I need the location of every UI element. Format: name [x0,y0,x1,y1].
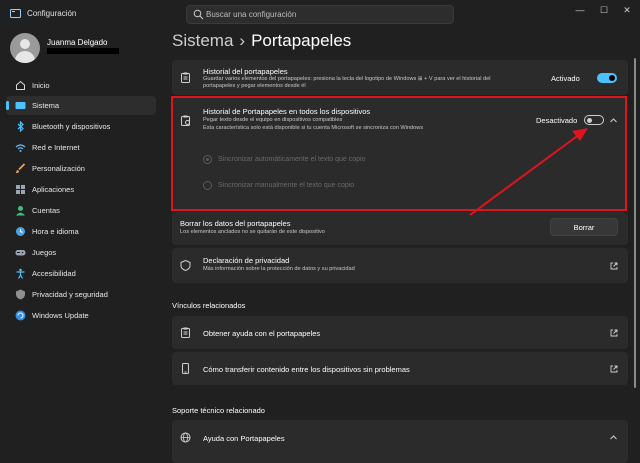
highlight-box [171,96,627,211]
chevron-up-icon[interactable] [609,433,618,442]
network-icon [15,144,26,152]
shield-icon [16,289,25,300]
scrollbar[interactable] [634,58,636,388]
page-title: Sistema › Portapapeles [172,31,351,51]
sidebar-item-accesibilidad[interactable]: Accesibilidad [6,264,156,283]
sidebar-item-aplicaciones[interactable]: Aplicaciones [6,180,156,199]
breadcrumb-separator: › [239,31,246,50]
sidebar-item-label: Personalización [32,164,85,173]
accounts-icon [16,206,25,216]
close-button[interactable]: ✕ [615,3,639,17]
sidebar-item-bluetooth[interactable]: Bluetooth y dispositivos [6,117,156,136]
avatar [10,33,40,63]
sidebar-item-label: Windows Update [32,311,89,320]
sidebar-item-windows-update[interactable]: Windows Update [6,306,156,325]
phone-icon [182,363,189,374]
search-box[interactable] [186,5,454,24]
sidebar-item-label: Hora e idioma [32,227,79,236]
brush-icon [16,163,26,174]
sidebar-item-label: Accesibilidad [32,269,76,278]
clear-data-desc: Los elementos anclados no se quitarán de… [180,229,325,235]
maximize-button[interactable]: ☐ [592,3,616,17]
gamepad-icon [15,250,26,256]
sidebar-item-label: Cuentas [32,206,60,215]
search-input[interactable] [206,7,446,22]
title-bar: Configuración — ☐ ✕ [0,0,640,30]
clear-button[interactable]: Borrar [550,218,618,236]
privacy-desc: Más información sobre la protección de d… [203,266,355,272]
sidebar-item-sistema[interactable]: Sistema [6,96,156,115]
sidebar-item-label: Red e Internet [32,143,80,152]
shield-outline-icon [180,260,191,271]
sidebar-item-label: Sistema [32,101,60,110]
clipboard-history-state: Activado [551,74,580,83]
sidebar-item-red[interactable]: Red e Internet [6,138,156,157]
bluetooth-icon [17,121,24,132]
clipboard-icon [181,327,190,338]
external-link-icon [610,262,618,270]
sidebar-item-personalizacion[interactable]: Personalización [6,159,156,178]
breadcrumb-current: Portapapeles [251,31,352,50]
user-email-redacted [47,48,119,54]
active-indicator [6,101,9,110]
time-language-icon [16,227,25,236]
sidebar-item-cuentas[interactable]: Cuentas [6,201,156,220]
clipboard-history-toggle[interactable] [597,73,617,83]
apps-icon [16,185,25,194]
user-name: Juanma Delgado [47,38,108,47]
breadcrumb-sistema[interactable]: Sistema [172,31,233,50]
sidebar-item-label: Bluetooth y dispositivos [32,122,111,131]
related-links-heading: Vínculos relacionados [172,301,246,310]
privacy-title: Declaración de privacidad [203,256,290,265]
windows-update-icon [15,310,26,321]
sidebar-item-label: Inicio [32,81,50,90]
sidebar-item-label: Aplicaciones [32,185,75,194]
clear-data-title: Borrar los datos del portapapeles [180,219,291,228]
sidebar-item-label: Juegos [32,248,57,257]
related-link-transfer-label: Cómo transferir contenido entre los disp… [203,365,410,374]
sidebar-item-hora[interactable]: Hora e idioma [6,222,156,241]
related-link-help-label: Obtener ayuda con el portapapeles [203,329,321,338]
sidebar-item-label: Privacidad y seguridad [32,290,108,299]
support-clipboard-help-label: Ayuda con Portapapeles [203,434,285,443]
clipboard-history-desc-2: portapapeles y pegar elementos desde él [203,83,306,89]
system-icon [15,102,26,109]
clipboard-icon [181,72,190,83]
sidebar-item-juegos[interactable]: Juegos [6,243,156,262]
external-link-icon [610,365,618,373]
sidebar-item-inicio[interactable]: Inicio [6,76,156,95]
home-icon [16,80,25,90]
external-link-icon [610,329,618,337]
minimize-button[interactable]: — [568,3,592,17]
settings-app-icon [10,9,21,18]
sidebar-item-privacidad[interactable]: Privacidad y seguridad [6,285,156,304]
accessibility-icon [16,268,25,279]
clipboard-history-title: Historial del portapapeles [203,67,288,76]
search-icon [193,9,204,20]
globe-icon [180,432,191,443]
app-title: Configuración [27,9,77,18]
support-heading: Soporte técnico relacionado [172,406,265,415]
